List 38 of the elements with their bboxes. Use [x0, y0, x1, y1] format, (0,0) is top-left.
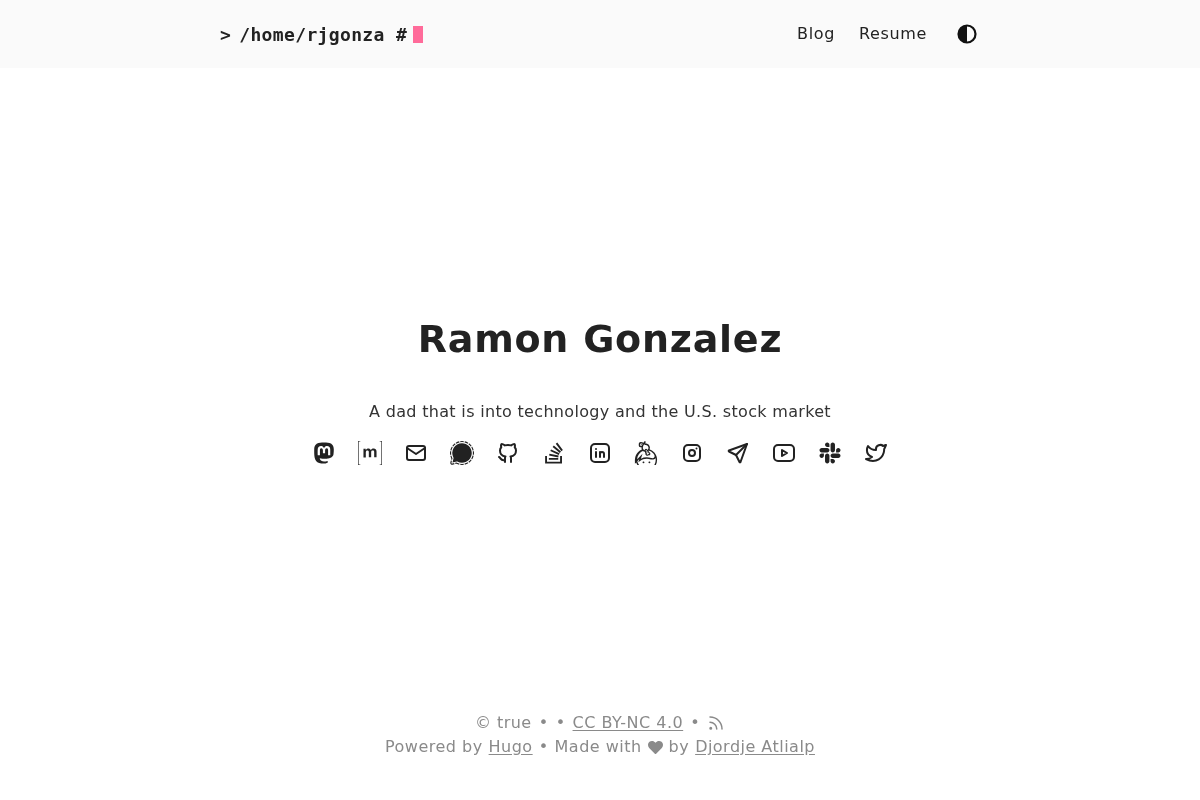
bullet-separator: •	[538, 712, 549, 734]
footer-text: © true	[474, 712, 532, 734]
social-link[interactable]	[358, 440, 382, 465]
heart-icon	[647, 739, 663, 755]
social-link[interactable]	[818, 440, 842, 465]
cursor-icon	[413, 25, 424, 43]
footer-text: Powered by	[385, 736, 483, 758]
cat-silhouette-icon	[496, 440, 520, 465]
social-link[interactable]	[588, 440, 612, 465]
hash-knot-icon	[818, 440, 842, 465]
footer-text: by	[668, 736, 690, 758]
nav-link[interactable]: Resume	[859, 22, 927, 46]
social-link[interactable]	[726, 440, 750, 465]
bullet-separator: •	[555, 712, 566, 734]
site-path[interactable]: /home/rjgonza #	[239, 20, 408, 48]
theme-toggle-button[interactable]	[957, 24, 977, 44]
rss-icon[interactable]	[707, 714, 726, 732]
social-link[interactable]	[450, 440, 474, 465]
in-letters-icon	[588, 440, 612, 465]
nav-link[interactable]: Blog	[797, 22, 835, 46]
social-link[interactable]	[496, 440, 520, 465]
social-link[interactable]	[634, 440, 658, 465]
prompt-symbol: >	[220, 22, 232, 47]
profile-name: Ramon Gonzalez	[417, 315, 783, 363]
bullet-separator: •	[690, 712, 701, 734]
profile-tagline: A dad that is into technology and the U.S. stock market	[369, 400, 831, 423]
bracket-m-icon	[358, 440, 382, 465]
footer-link[interactable]: Djordje Atlialp	[695, 735, 815, 759]
contrast-icon	[957, 24, 977, 44]
paper-plane-icon	[726, 440, 750, 465]
footer-link[interactable]: Hugo	[488, 735, 533, 759]
figure-icon	[634, 440, 658, 465]
footer-link[interactable]: CC BY-NC 4.0	[572, 711, 684, 735]
m-bubble-icon	[312, 440, 336, 465]
chat-bubble-icon	[450, 440, 474, 465]
bullet-separator: •	[538, 736, 549, 758]
social-link[interactable]	[312, 440, 336, 465]
footer-text: Made with	[554, 736, 642, 758]
